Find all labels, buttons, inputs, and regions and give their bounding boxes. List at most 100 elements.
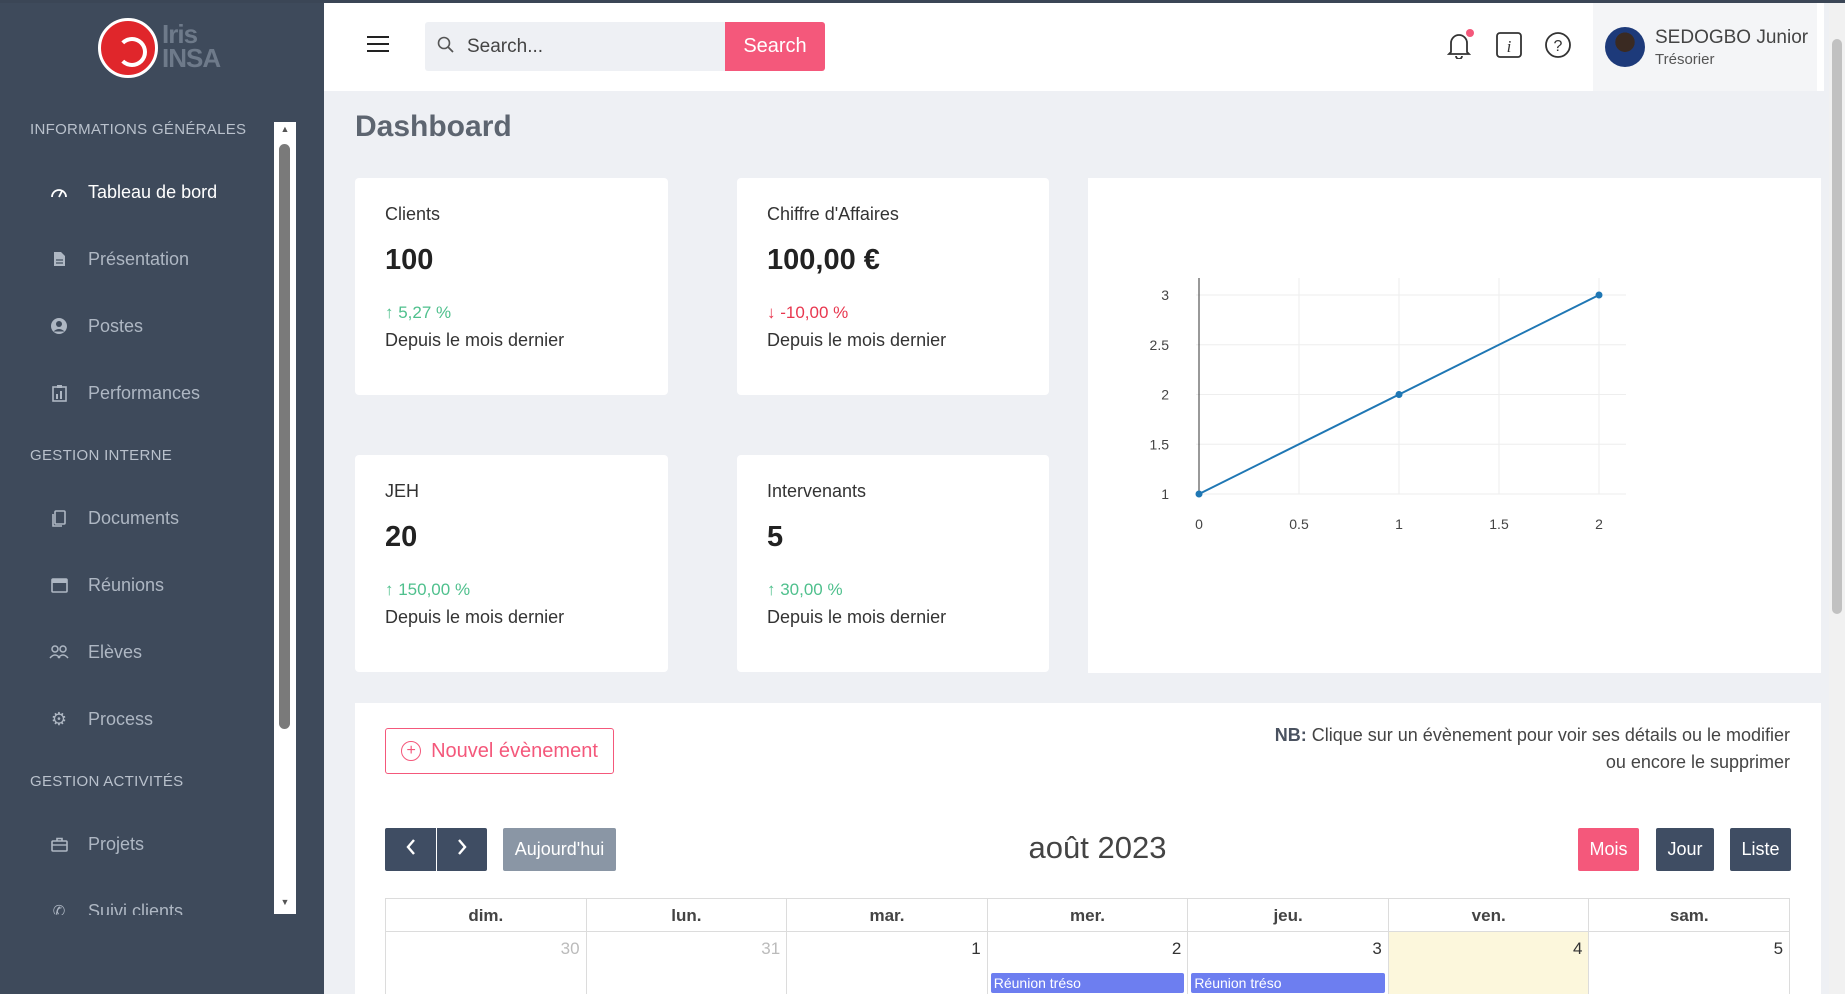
sidebar-item-reunions[interactable]: Réunions <box>48 570 278 600</box>
section-gestion-interne: GESTION INTERNE <box>30 447 173 464</box>
view-list-button[interactable]: Liste <box>1730 828 1791 871</box>
stat-label: Clients <box>385 204 441 224</box>
sidebar-item-tableau-de-bord[interactable]: Tableau de bord <box>48 177 278 207</box>
svg-text:i: i <box>1507 37 1512 56</box>
report-icon <box>48 383 70 403</box>
calendar-event[interactable]: Réunion tréso <box>990 973 1185 993</box>
prev-month-button[interactable] <box>385 828 436 871</box>
users-icon <box>48 642 70 662</box>
svg-text:?: ? <box>1554 38 1563 55</box>
y-tick-label: 1.5 <box>1150 436 1170 452</box>
stat-period: Depuis le mois dernier <box>767 607 947 627</box>
sidebar-item-process[interactable]: ⚙ Process <box>48 704 278 734</box>
today-button[interactable]: Aujourd'hui <box>503 828 616 871</box>
calendar-note: NB: Clique sur un évènement pour voir se… <box>1250 722 1790 776</box>
next-month-button[interactable] <box>437 828 487 871</box>
search-icon <box>437 36 461 58</box>
x-tick-label: 0 <box>1195 516 1203 532</box>
sidebar-item-presentation[interactable]: Présentation <box>48 244 278 274</box>
sidebar: Iris INSA INFORMATIONS GÉNÉRALES Tableau… <box>0 0 324 994</box>
weekday-label: ven. <box>1389 899 1590 931</box>
sidebar-menu: INFORMATIONS GÉNÉRALES Tableau de bord P… <box>0 110 296 915</box>
page-scrollbar-thumb[interactable] <box>1832 39 1842 614</box>
calendar-event[interactable]: Réunion tréso <box>1191 973 1385 993</box>
sidebar-item-performances[interactable]: Performances <box>48 378 278 408</box>
calendar-day-cell[interactable]: 2 Réunion tréso <box>988 932 1189 994</box>
day-number: 2 <box>1171 939 1182 958</box>
scroll-down-icon[interactable]: ▼ <box>278 897 292 907</box>
sidebar-item-suivi-clients[interactable]: ✆ Suivi clients <box>48 896 278 916</box>
stat-value: 20 <box>385 521 418 553</box>
plus-circle-icon: + <box>401 741 422 761</box>
note-prefix: NB: <box>1274 725 1307 745</box>
calendar-day-cell[interactable]: 3 Réunion tréso <box>1188 932 1389 994</box>
stat-value: 5 <box>767 521 784 553</box>
weekday-label: jeu. <box>1188 899 1389 931</box>
calendar-day-cell-today[interactable]: 4 <box>1388 932 1590 994</box>
day-number: 30 <box>560 939 580 958</box>
y-tick-label: 3 <box>1161 287 1169 303</box>
sidebar-item-eleves[interactable]: Elèves <box>48 637 278 667</box>
page-scrollbar[interactable] <box>1829 3 1845 994</box>
calendar-weekday-header: dim. lun. mar. mer. jeu. ven. sam. <box>385 898 1790 931</box>
day-number: 5 <box>1773 939 1784 958</box>
calendar-day-cell[interactable]: 5 <box>1589 932 1789 994</box>
stat-change: ↓ -10,00 % <box>767 303 849 322</box>
calendar-title: août 2023 <box>1028 830 1167 865</box>
info-icon[interactable]: i <box>1494 30 1524 60</box>
y-tick-label: 2.5 <box>1150 337 1170 353</box>
sidebar-item-label: Documents <box>88 507 180 528</box>
weekday-label: sam. <box>1669 906 1709 925</box>
stat-value: 100 <box>385 244 434 276</box>
sidebar-item-label: Postes <box>88 315 144 336</box>
x-tick-label: 0.5 <box>1289 516 1309 532</box>
view-day-button[interactable]: Jour <box>1656 828 1714 871</box>
sidebar-item-label: Suivi clients <box>88 900 184 916</box>
search-button[interactable]: Search <box>725 22 825 71</box>
sidebar-item-postes[interactable]: Postes <box>48 311 278 341</box>
scroll-up-icon[interactable]: ▲ <box>278 124 292 134</box>
search-input[interactable] <box>461 35 711 58</box>
page-title: Dashboard <box>355 110 512 143</box>
stat-label: Chiffre d'Affaires <box>767 204 899 224</box>
view-month-button[interactable]: Mois <box>1578 828 1639 871</box>
calendar-week-row: 30 31 1 2 Réunion tréso 3 Réunion tréso … <box>385 931 1790 994</box>
sidebar-item-label: Présentation <box>88 248 190 269</box>
notification-dot <box>1466 29 1474 37</box>
calendar-day-cell[interactable]: 31 <box>587 932 788 994</box>
gauge-icon <box>48 182 70 202</box>
sidebar-item-projets[interactable]: Projets <box>48 829 278 859</box>
calendar-day-cell[interactable]: 30 <box>386 932 587 994</box>
day-number: 1 <box>971 939 981 958</box>
stat-change: ↑ 30,00 % <box>767 580 843 599</box>
gear-icon: ⚙ <box>50 708 68 729</box>
day-number: 3 <box>1372 939 1382 958</box>
calendar-day-cell[interactable]: 1 <box>787 932 988 994</box>
stat-period: Depuis le mois dernier <box>385 607 565 627</box>
x-tick-label: 1 <box>1395 516 1403 532</box>
data-point <box>1595 291 1603 299</box>
sidebar-item-label: Performances <box>88 382 201 403</box>
help-icon[interactable]: ? <box>1543 30 1573 60</box>
logo[interactable]: Iris INSA <box>98 18 228 80</box>
chevron-left-icon <box>405 838 417 862</box>
user-role: Trésorier <box>1655 51 1715 68</box>
stat-label: JEH <box>385 481 420 501</box>
new-event-label: Nouvel évènement <box>431 739 598 762</box>
new-event-button[interactable]: + Nouvel évènement <box>385 728 614 774</box>
weekday-label: lun. <box>587 899 788 931</box>
phone-icon: ✆ <box>52 903 66 915</box>
sidebar-item-label: Process <box>88 708 154 729</box>
calendar-icon <box>48 575 70 595</box>
weekday-label: dim. <box>386 899 587 931</box>
data-point <box>1395 391 1403 398</box>
sidebar-scrollbar-thumb[interactable] <box>279 144 290 729</box>
sidebar-item-documents[interactable]: Documents <box>48 503 278 533</box>
stat-change: ↑ 5,27 % <box>385 303 452 322</box>
day-number: 4 <box>1573 939 1583 958</box>
section-informations: INFORMATIONS GÉNÉRALES <box>30 121 247 138</box>
line-chart[interactable]: 0 0.5 1 1.5 2 1 1.5 2 2.5 3 <box>1088 178 1821 673</box>
hamburger-menu-icon[interactable] <box>367 36 389 54</box>
y-tick-label: 1 <box>1161 486 1169 502</box>
user-menu[interactable]: SEDOGBO Junior Trésorier <box>1593 3 1817 91</box>
